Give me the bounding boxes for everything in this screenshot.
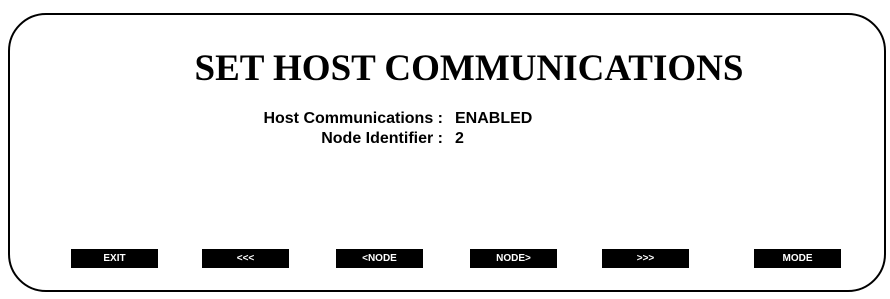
node-identifier-value[interactable]: 2 [455, 129, 464, 149]
mode-button[interactable]: MODE [754, 249, 841, 268]
previous-node-button[interactable]: <NODE [336, 249, 423, 268]
page-title: SET HOST COMMUNICATIONS [194, 48, 744, 89]
exit-button[interactable]: EXIT [71, 249, 158, 268]
host-communications-value[interactable]: ENABLED [455, 109, 532, 129]
node-identifier-label: Node Identifier : [321, 130, 443, 147]
next-node-button[interactable]: NODE> [470, 249, 557, 268]
previous-page-button[interactable]: <<< [202, 249, 289, 268]
next-page-button[interactable]: >>> [602, 249, 689, 268]
host-communications-label: Host Communications : [263, 110, 443, 127]
